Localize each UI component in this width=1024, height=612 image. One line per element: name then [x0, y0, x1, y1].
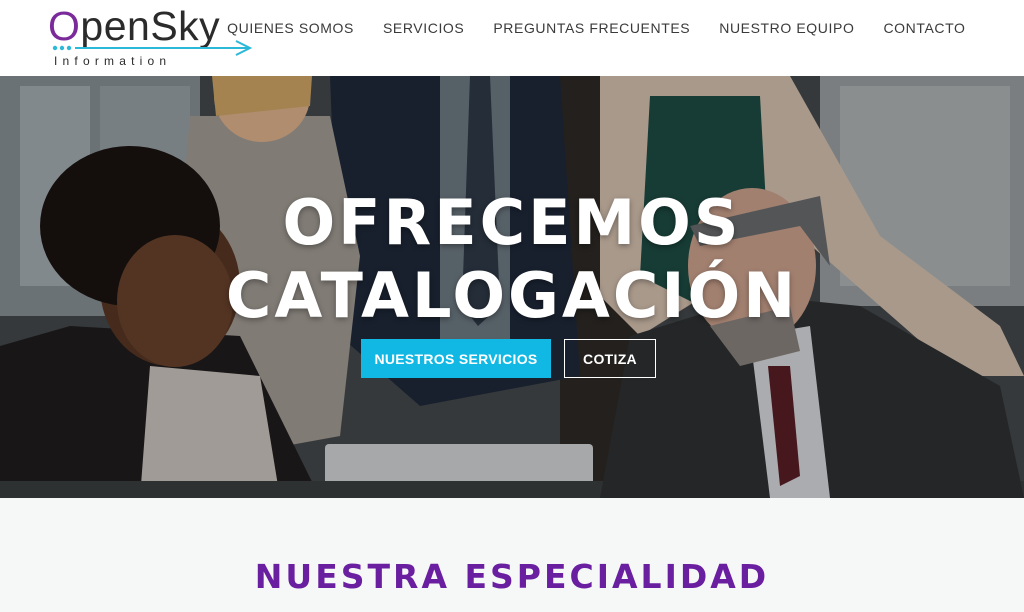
- section-title: NUESTRA ESPECIALIDAD: [254, 557, 770, 596]
- nav-item-quienes-somos[interactable]: QUIENES SOMOS: [213, 20, 369, 36]
- specialty-section: NUESTRA ESPECIALIDAD: [0, 498, 1024, 612]
- hero-banner: OFRECEMOS CATALOGACIÓN NUESTROS SERVICIO…: [0, 76, 1024, 498]
- logo-tagline: Information: [54, 54, 172, 68]
- hero-title: OFRECEMOS CATALOGACIÓN: [225, 186, 799, 332]
- site-header: OpenSky Information QUIENES SOMOS SERVIC…: [0, 0, 1024, 76]
- nav-item-contacto[interactable]: CONTACTO: [869, 20, 980, 36]
- nav-item-servicios[interactable]: SERVICIOS: [368, 20, 478, 36]
- our-services-button[interactable]: NUESTROS SERVICIOS: [361, 339, 551, 378]
- nav-item-preguntas-frecuentes[interactable]: PREGUNTAS FRECUENTES: [479, 20, 705, 36]
- quote-button[interactable]: COTIZA: [564, 339, 656, 378]
- main-nav: QUIENES SOMOS SERVICIOS PREGUNTAS FRECUE…: [213, 0, 980, 56]
- nav-item-nuestro-equipo[interactable]: NUESTRO EQUIPO: [705, 20, 869, 36]
